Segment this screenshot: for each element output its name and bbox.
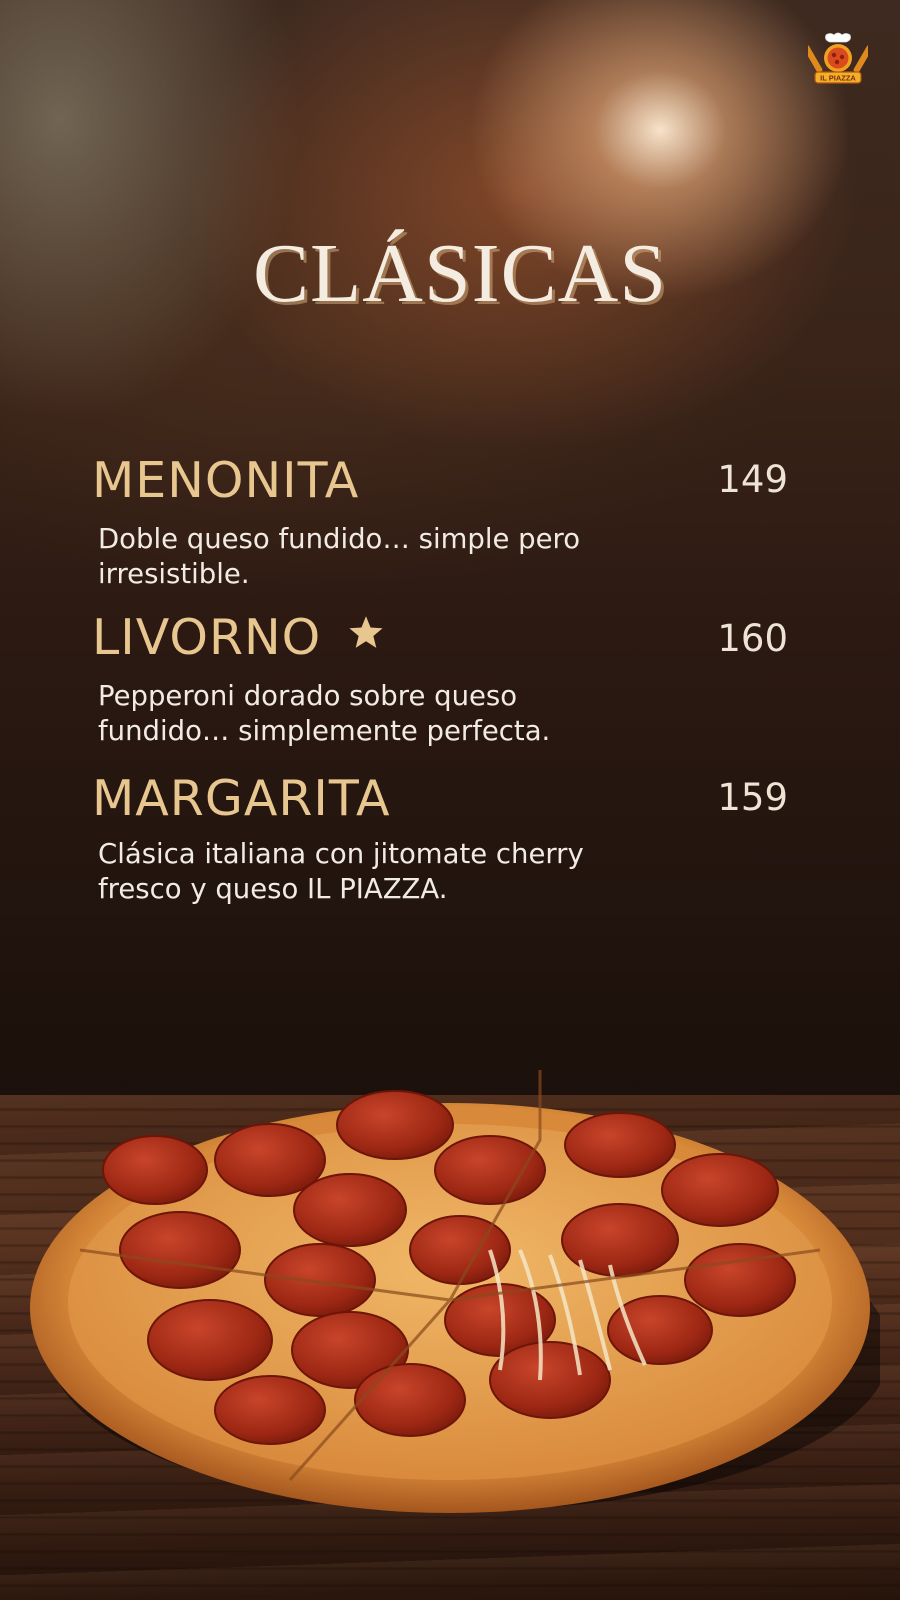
item-description-line: fresco y queso IL PIAZZA.	[98, 873, 448, 905]
il-piazza-logo: IL PIAZZA	[808, 32, 868, 84]
logo-text: IL PIAZZA	[820, 74, 856, 83]
item-name: MARGARITA	[92, 770, 391, 827]
item-name: MENONITA	[92, 452, 360, 509]
item-description: Doble queso fundido… simple pero irresis…	[98, 522, 658, 592]
item-name: LIVORNO	[92, 609, 385, 666]
star-icon	[349, 616, 383, 648]
item-description-line: Clásica italiana con jitomate cherry	[98, 838, 584, 870]
item-description-line: irresistible.	[98, 558, 250, 590]
item-description-line: Doble queso fundido… simple pero	[98, 523, 581, 555]
item-name-text: LIVORNO	[92, 609, 322, 666]
item-price: 149	[717, 458, 788, 501]
page-title: CLÁSICAS	[252, 227, 668, 320]
item-description: Clásica italiana con jitomate cherry fre…	[98, 837, 658, 907]
item-description-line: Pepperoni dorado sobre queso	[98, 680, 518, 712]
item-price: 160	[717, 617, 788, 660]
item-description-line: fundido… simplemente perfecta.	[98, 715, 551, 747]
item-price: 159	[717, 776, 788, 819]
item-description: Pepperoni dorado sobre queso fundido… si…	[98, 679, 658, 749]
menu-poster: IL PIAZZA CLÁSICAS MENONITA 149 Doble qu…	[0, 0, 900, 1600]
pepperoni-pizza-image	[30, 1070, 880, 1513]
